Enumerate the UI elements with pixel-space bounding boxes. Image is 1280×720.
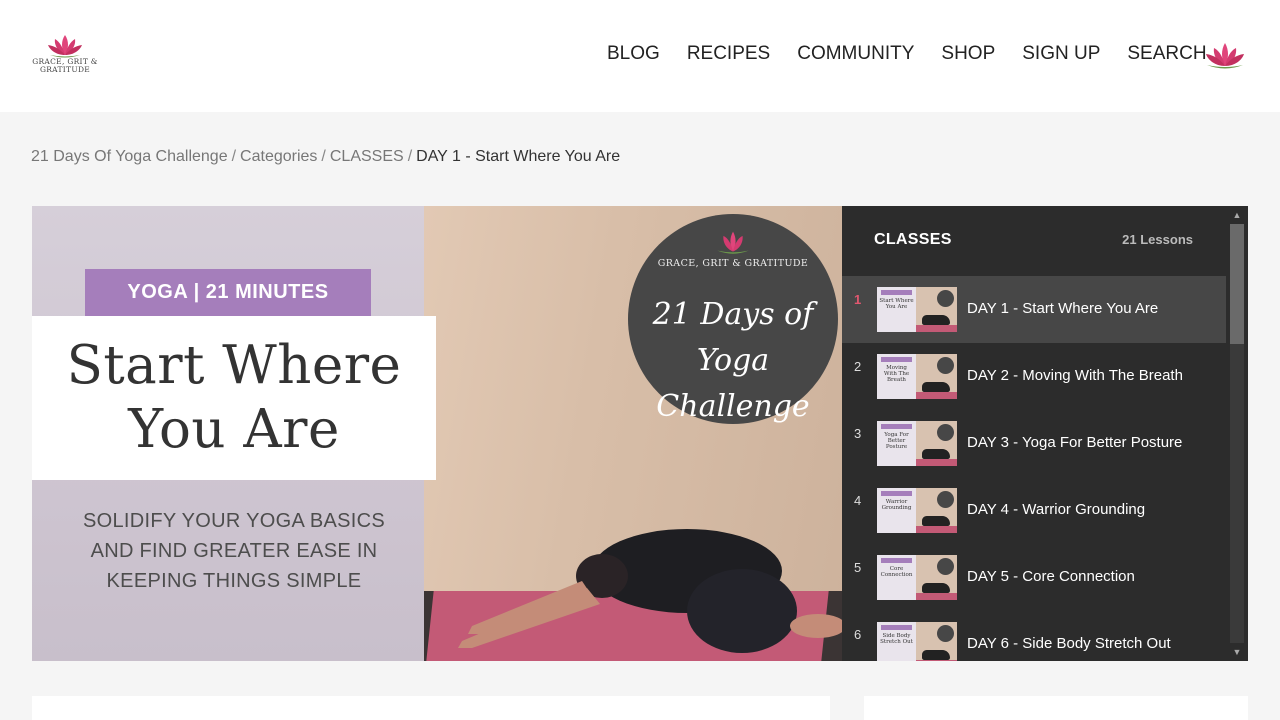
main-nav: BLOG RECIPES COMMUNITY SHOP SIGN UP SEAR… xyxy=(607,43,1234,65)
thumbnail-title: Yoga For Better Posture xyxy=(884,432,909,450)
thumbnail-title: Side Body Stretch Out xyxy=(880,633,913,645)
playlist-header: CLASSES 21 Lessons xyxy=(842,206,1226,276)
thumbnail-title: Start Where You Are xyxy=(879,298,914,310)
lotus-menu-icon[interactable] xyxy=(1203,40,1247,70)
lesson-count: 21 Lessons xyxy=(1122,232,1193,247)
item-label: DAY 3 - Yoga For Better Posture xyxy=(967,434,1183,451)
item-number: 4 xyxy=(854,493,862,508)
playlist-item[interactable]: 6 Side Body Stretch Out DAY 6 - Side Bod… xyxy=(842,611,1226,661)
playlist-scrollbar[interactable]: ▲ ▼ xyxy=(1226,206,1248,661)
lesson-thumbnail: Yoga For Better Posture xyxy=(877,421,957,466)
playlist-title: CLASSES xyxy=(874,231,952,248)
item-number: 5 xyxy=(854,560,862,575)
item-label: DAY 4 - Warrior Grounding xyxy=(967,501,1146,518)
scroll-up-icon[interactable]: ▲ xyxy=(1230,208,1244,222)
video-title-line2: You Are xyxy=(128,399,340,460)
item-label: DAY 6 - Side Body Stretch Out xyxy=(967,635,1171,652)
breadcrumb-link-classes[interactable]: CLASSES xyxy=(330,148,404,165)
video-title-card: Start Where You Are xyxy=(32,316,436,480)
emblem-brand: GRACE, GRIT & GRATITUDE xyxy=(657,258,809,269)
playlist-item[interactable]: 5 Core Connection DAY 5 - Core Connectio… xyxy=(842,544,1226,611)
lotus-icon xyxy=(48,35,82,58)
site-header: GRACE, GRIT & GRATITUDE BLOG RECIPES COM… xyxy=(0,0,1280,112)
lotus-icon xyxy=(717,231,749,254)
thumbnail-title: Warrior Grounding xyxy=(881,499,912,511)
item-label: DAY 5 - Core Connection xyxy=(967,568,1135,585)
video-player[interactable]: YOGA | 21 MINUTES Start Where You Are SO… xyxy=(32,206,842,661)
item-number: 3 xyxy=(854,426,862,441)
yoga-pose-figure xyxy=(458,529,842,653)
item-label: DAY 2 - Moving With The Breath xyxy=(967,367,1183,384)
lesson-thumbnail: Side Body Stretch Out xyxy=(877,622,957,661)
duration-badge: YOGA | 21 MINUTES xyxy=(85,269,371,316)
site-logo[interactable]: GRACE, GRIT & GRATITUDE xyxy=(30,33,100,81)
lesson-thumbnail: Core Connection xyxy=(877,555,957,600)
playlist-item[interactable]: 2 Moving With The Breath DAY 2 - Moving … xyxy=(842,343,1226,410)
scrollbar-thumb[interactable] xyxy=(1230,224,1244,344)
thumbnail-title: Core Connection xyxy=(880,566,913,578)
breadcrumb-current: DAY 1 - Start Where You Are xyxy=(416,148,621,165)
item-number: 2 xyxy=(854,359,862,374)
breadcrumb-separator: / xyxy=(321,148,326,165)
emblem-title-line1: 21 Days of xyxy=(652,297,814,332)
sidebar-card xyxy=(864,696,1248,720)
lesson-thumbnail: Warrior Grounding xyxy=(877,488,957,533)
playlist-items: 1 Start Where You Are DAY 1 - Start Wher… xyxy=(842,276,1226,661)
emblem-title: 21 Days of Yoga Challenge xyxy=(628,292,838,430)
content-card xyxy=(32,696,830,720)
breadcrumb-link-categories[interactable]: Categories xyxy=(240,148,317,165)
class-playlist: CLASSES 21 Lessons 1 Start Where You Are… xyxy=(842,206,1248,661)
item-number: 6 xyxy=(854,627,862,642)
playlist-item[interactable]: 4 Warrior Grounding DAY 4 - Warrior Grou… xyxy=(842,477,1226,544)
breadcrumb: 21 Days Of Yoga Challenge / Categories / CLA… xyxy=(31,148,620,166)
nav-sign-up[interactable]: SIGN UP xyxy=(1022,43,1100,65)
nav-shop[interactable]: SHOP xyxy=(941,43,995,65)
nav-search[interactable]: SEARCH xyxy=(1127,43,1206,65)
video-subtitle: SOLIDIFY YOUR YOGA BASICS AND FIND GREAT… xyxy=(82,510,386,592)
breadcrumb-separator: / xyxy=(407,148,413,165)
breadcrumb-link-challenge[interactable]: 21 Days Of Yoga Challenge xyxy=(31,148,228,165)
breadcrumb-separator: / xyxy=(231,148,237,165)
scroll-down-icon[interactable]: ▼ xyxy=(1230,645,1244,659)
nav-recipes[interactable]: RECIPES xyxy=(687,43,770,65)
challenge-emblem: GRACE, GRIT & GRATITUDE 21 Days of Yoga … xyxy=(628,214,838,424)
item-number: 1 xyxy=(854,292,862,307)
item-label: DAY 1 - Start Where You Are xyxy=(967,300,1159,317)
logo-text: GRACE, GRIT & GRATITUDE xyxy=(32,57,98,74)
video-title-line1: Start Where xyxy=(66,335,402,396)
playlist-item[interactable]: 3 Yoga For Better Posture DAY 3 - Yoga F… xyxy=(842,410,1226,477)
lesson-thumbnail: Start Where You Are xyxy=(877,287,957,332)
lesson-thumbnail: Moving With The Breath xyxy=(877,354,957,399)
emblem-title-line2: Yoga Challenge xyxy=(656,343,810,424)
playlist-item[interactable]: 1 Start Where You Are DAY 1 - Start Wher… xyxy=(842,276,1226,343)
nav-blog[interactable]: BLOG xyxy=(607,43,660,65)
thumbnail-title: Moving With The Breath xyxy=(883,365,910,383)
nav-community[interactable]: COMMUNITY xyxy=(797,43,914,65)
